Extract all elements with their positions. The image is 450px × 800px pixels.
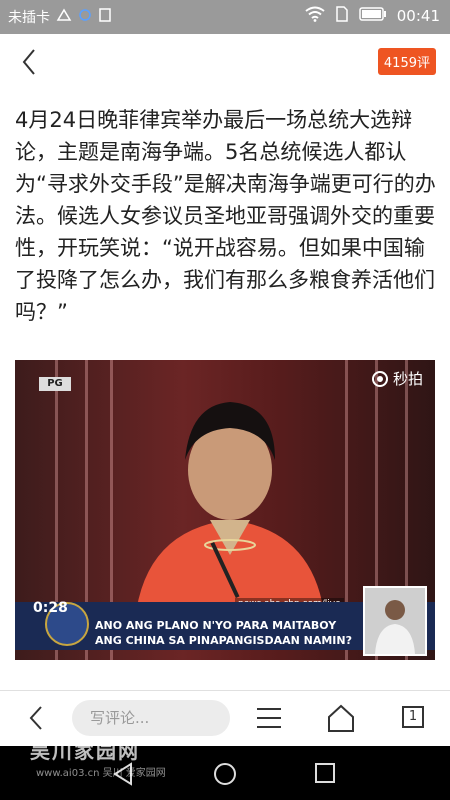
debate-timer: 0:28	[33, 600, 68, 616]
clock: 00:41	[396, 7, 440, 25]
square-recents-icon	[315, 763, 335, 783]
notification-icon	[98, 7, 112, 27]
speaker-figure	[135, 402, 325, 620]
lower-third-caption: ANO ANG PLANO N'YO PARA MAITABOY ANG CHI…	[95, 619, 352, 647]
home-button[interactable]	[326, 703, 356, 733]
sign-interpreter-inset	[363, 586, 427, 656]
home-icon	[328, 704, 354, 732]
page-count-button[interactable]: 1	[402, 706, 424, 728]
top-bar: 4159评	[0, 34, 450, 91]
no-sim-icon	[56, 8, 72, 26]
wifi-icon	[305, 6, 325, 26]
nav-recents-button[interactable]	[314, 762, 336, 788]
menu-icon	[257, 708, 281, 728]
article: 4月24日晚菲律宾举办最后一场总统大选辩论，主题是南海争端。5名总统候选人都认为…	[0, 90, 450, 690]
nav-home-button[interactable]	[213, 762, 237, 790]
watermark-brand: 吴川家园网	[30, 739, 140, 763]
video-brand: 秒拍	[371, 368, 423, 389]
next-line-fragment	[15, 682, 435, 690]
article-photo[interactable]: PG 秒拍 news.abs-cbn.com/live 0:28 ANO ANG…	[15, 360, 435, 660]
chevron-left-icon	[29, 706, 42, 730]
camera-icon	[371, 370, 388, 387]
status-bar: 未插卡 00:41	[0, 0, 450, 34]
back-button[interactable]	[14, 46, 46, 78]
chevron-left-icon	[22, 49, 35, 75]
battery-icon	[359, 7, 387, 25]
carrier-label: 未插卡	[8, 10, 50, 26]
menu-button[interactable]	[256, 704, 282, 732]
toolbar-back-button[interactable]	[22, 703, 52, 733]
comment-count-badge[interactable]: 4159评	[377, 48, 436, 75]
article-body: 4月24日晚菲律宾举办最后一场总统大选辩论，主题是南海争端。5名总统候选人都认为…	[15, 108, 436, 324]
circle-home-icon	[214, 763, 236, 785]
sim-icon	[335, 6, 349, 26]
video-brand-label: 秒拍	[392, 370, 423, 388]
watermark-url: www.ai03.cn 吴川 爱家园网	[36, 768, 166, 779]
rating-badge: PG	[39, 377, 71, 391]
comment-input[interactable]: 写评论...	[72, 700, 230, 736]
sync-icon	[78, 8, 92, 26]
